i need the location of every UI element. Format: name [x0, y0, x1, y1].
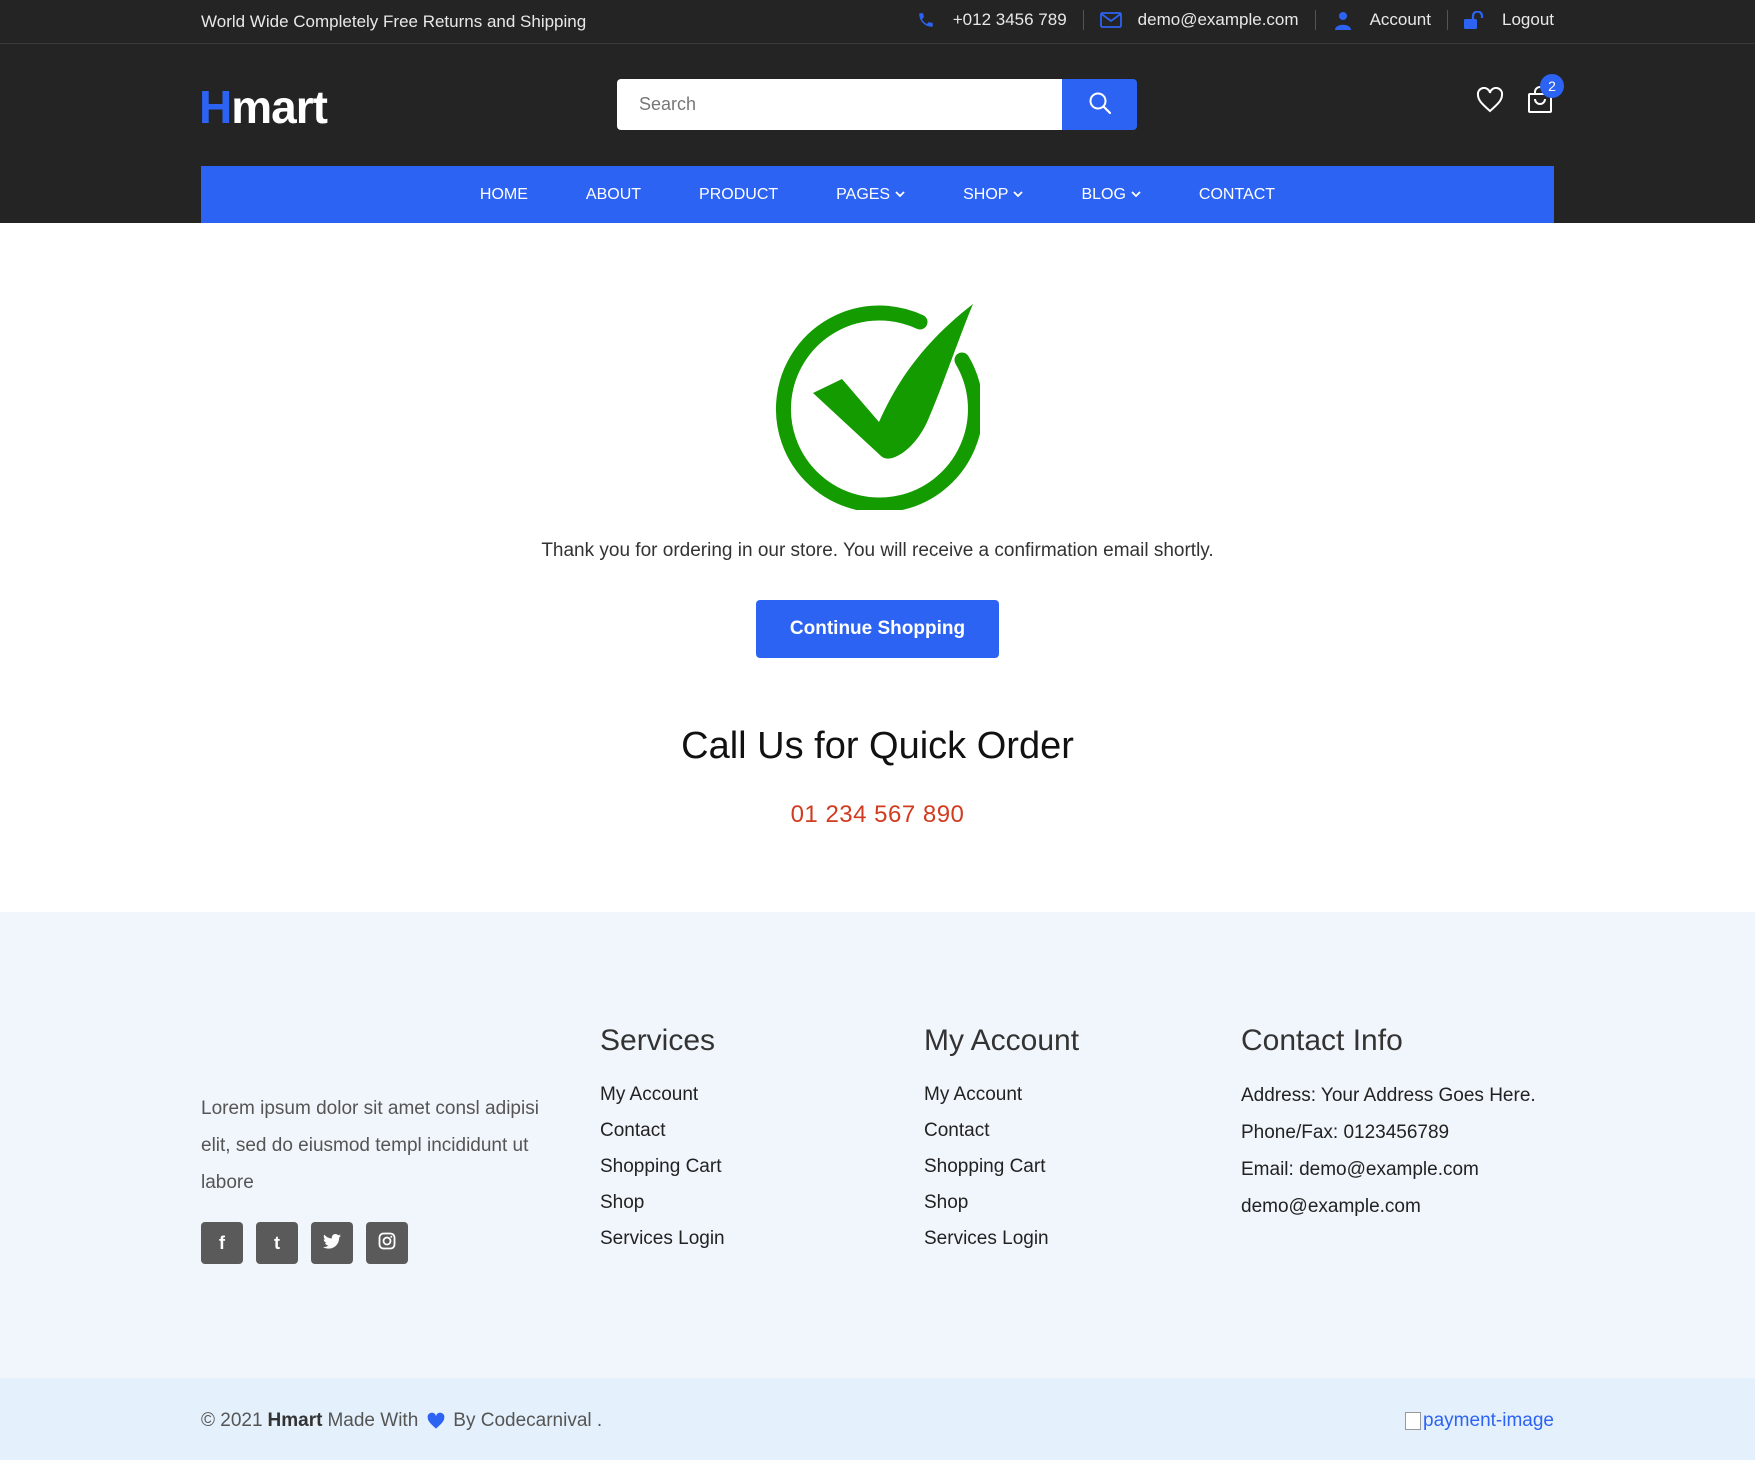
facebook-icon: f: [219, 1232, 225, 1253]
nav-about[interactable]: ABOUT: [557, 186, 670, 204]
nav-contact[interactable]: CONTACT: [1170, 186, 1304, 204]
account-link[interactable]: Services Login: [924, 1228, 1079, 1264]
footer-my-account: My Account My Account Contact Shopping C…: [924, 1024, 1079, 1264]
contact-address: Address: Your Address Goes Here.: [1241, 1085, 1536, 1106]
services-link[interactable]: Services Login: [600, 1228, 725, 1264]
nav-blog-label: BLOG: [1081, 185, 1126, 203]
contact-info-title: Contact Info: [1241, 1024, 1403, 1057]
quick-order-phone[interactable]: 01 234 567 890: [0, 801, 1755, 829]
nav-product-label: PRODUCT: [699, 185, 779, 203]
twitter-button[interactable]: [311, 1222, 353, 1264]
top-links: +012 3456 789 demo@example.com Account L…: [899, 10, 1554, 30]
services-link[interactable]: Contact: [600, 1120, 725, 1156]
top-bar: World Wide Completely Free Returns and S…: [0, 0, 1755, 44]
nav-shop[interactable]: SHOP: [934, 186, 1052, 204]
copyright-made-with: Made With: [327, 1410, 419, 1431]
search-input[interactable]: [617, 79, 1062, 130]
footer-services: Services My Account Contact Shopping Car…: [600, 1024, 725, 1264]
success-check-icon: [770, 300, 983, 515]
unlock-icon: [1464, 10, 1486, 30]
footer-contact-info: Contact Info Address: Your Address Goes …: [1241, 1024, 1536, 1232]
nav-pages-label: PAGES: [836, 185, 891, 203]
top-email[interactable]: demo@example.com: [1082, 10, 1315, 30]
my-account-title: My Account: [924, 1024, 1080, 1057]
contact-email-secondary: demo@example.com: [1241, 1196, 1421, 1217]
chevron-down-icon: [1013, 191, 1024, 198]
copyright-bar: © 2021 Hmart Made With By Codecarnival .…: [0, 1378, 1755, 1460]
mail-icon: [1099, 11, 1122, 29]
nav-home[interactable]: HOME: [451, 186, 557, 204]
user-icon: [1332, 11, 1354, 30]
top-email-label: demo@example.com: [1137, 10, 1299, 29]
services-title: Services: [600, 1024, 716, 1057]
thank-you-message: Thank you for ordering in our store. You…: [541, 540, 1214, 561]
phone-icon: [915, 11, 937, 29]
heart-icon: [1476, 86, 1504, 118]
main-nav: HOME ABOUT PRODUCT PAGES SHOP BLOG CONTA…: [201, 166, 1554, 223]
footer-about-text: Lorem ipsum dolor sit amet consl adipisi…: [201, 1098, 539, 1193]
tumblr-button[interactable]: t: [256, 1222, 298, 1264]
instagram-button[interactable]: [366, 1222, 408, 1264]
logo-rest: mart: [231, 81, 328, 133]
nav-contact-label: CONTACT: [1198, 185, 1276, 203]
cart-count-badge: 2: [1540, 74, 1564, 98]
payment-image: payment-image: [1405, 1410, 1554, 1432]
search-bar: [617, 79, 1137, 130]
footer: Lorem ipsum dolor sit amet consl adipisi…: [0, 912, 1755, 1378]
account-link[interactable]: Shop: [924, 1192, 1079, 1228]
header-icons: 2: [1454, 74, 1564, 119]
top-phone[interactable]: +012 3456 789: [899, 10, 1083, 30]
nav-product[interactable]: PRODUCT: [670, 186, 807, 204]
logo-h: H: [199, 81, 232, 133]
social-links: f t: [201, 1222, 421, 1264]
contact-phone: Phone/Fax: 0123456789: [1241, 1122, 1450, 1143]
site-header: Hmart 2 HOME ABOUT PRODUCT PAGES SHOP BL…: [0, 44, 1755, 223]
account-link[interactable]: Shopping Cart: [924, 1156, 1079, 1192]
top-logout[interactable]: Logout: [1447, 10, 1554, 30]
nav-home-label: HOME: [479, 185, 528, 203]
promo-text: World Wide Completely Free Returns and S…: [201, 12, 587, 31]
instagram-icon: [378, 1232, 396, 1255]
contact-email: Email: demo@example.com: [1241, 1159, 1479, 1180]
chevron-down-icon: [895, 191, 905, 198]
nav-pages[interactable]: PAGES: [807, 186, 934, 204]
copyright-brand[interactable]: Hmart: [268, 1410, 323, 1432]
continue-shopping-button[interactable]: Continue Shopping: [756, 600, 999, 658]
facebook-button[interactable]: f: [201, 1222, 243, 1264]
nav-shop-label: SHOP: [963, 185, 1009, 203]
copyright-prefix: © 2021: [201, 1410, 263, 1431]
top-phone-label: +012 3456 789: [952, 10, 1067, 29]
twitter-icon: [323, 1233, 341, 1254]
chevron-down-icon: [1131, 191, 1141, 198]
call-us-heading: Call Us for Quick Order: [681, 725, 1074, 767]
copyright-text: © 2021 Hmart Made With By Codecarnival .: [201, 1410, 602, 1432]
search-icon: [1088, 91, 1112, 118]
services-link[interactable]: Shopping Cart: [600, 1156, 725, 1192]
top-logout-label: Logout: [1502, 10, 1554, 29]
account-link[interactable]: Contact: [924, 1120, 1079, 1156]
wishlist-button[interactable]: [1476, 86, 1504, 118]
services-link[interactable]: My Account: [600, 1084, 725, 1120]
top-account[interactable]: Account: [1314, 10, 1447, 30]
search-button[interactable]: [1062, 79, 1137, 130]
top-account-label: Account: [1369, 10, 1431, 29]
payment-image-alt: payment-image: [1423, 1410, 1554, 1431]
tumblr-icon: t: [274, 1232, 280, 1253]
copyright-by[interactable]: By Codecarnival .: [453, 1410, 602, 1432]
nav-blog[interactable]: BLOG: [1052, 186, 1169, 204]
account-link[interactable]: My Account: [924, 1084, 1079, 1120]
cart-button[interactable]: 2: [1526, 74, 1564, 119]
broken-image-icon: [1405, 1412, 1422, 1430]
services-link[interactable]: Shop: [600, 1192, 725, 1228]
nav-about-label: ABOUT: [585, 185, 642, 203]
heart-icon: [426, 1412, 446, 1430]
logo[interactable]: Hmart: [199, 80, 328, 134]
